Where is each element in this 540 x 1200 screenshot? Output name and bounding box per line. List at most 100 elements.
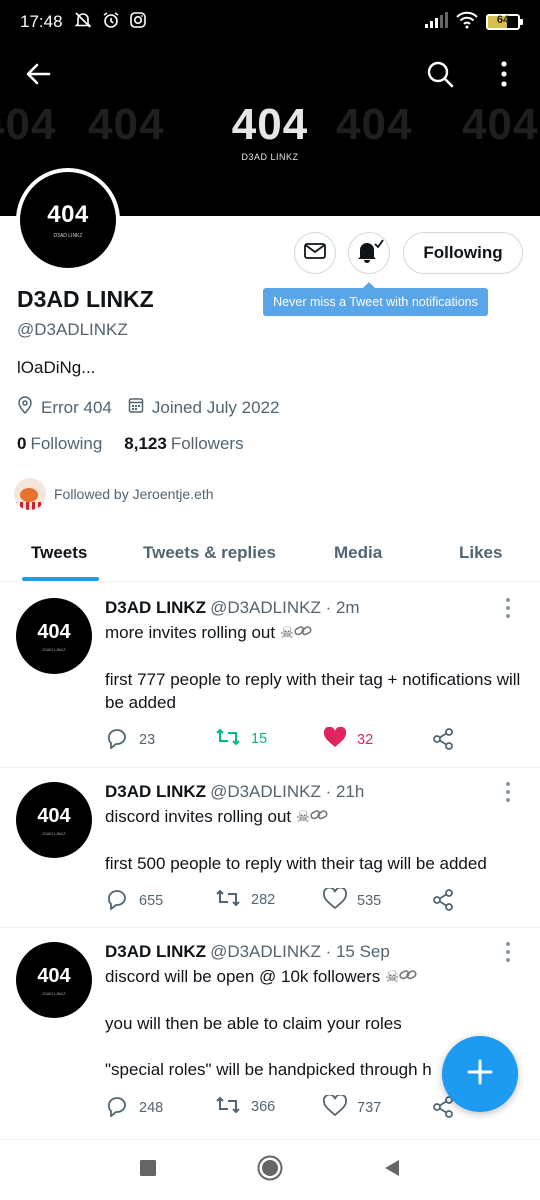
followers-link[interactable]: 8,123 Followers [124, 434, 243, 454]
tab-tweets[interactable]: Tweets [31, 524, 87, 582]
reply-count: 655 [139, 893, 164, 909]
location: Error 404 [17, 396, 112, 419]
like-count: 32 [357, 732, 374, 748]
retweet-button[interactable]: 282 [215, 888, 275, 912]
avatar-title: 404 [47, 201, 89, 228]
notifications-tooltip: Never miss a Tweet with notifications [263, 282, 488, 316]
tweet-more-button[interactable] [498, 598, 518, 618]
battery-icon: 64 [486, 14, 523, 30]
tweet-header: D3AD LINKZ @D3ADLINKZ · 21h [105, 782, 364, 802]
followers-count: 8,123 [124, 434, 167, 453]
reply-icon [105, 1095, 129, 1121]
location-text: Error 404 [41, 397, 112, 417]
recent-apps-button[interactable] [134, 1156, 162, 1184]
tweet-header: D3AD LINKZ @D3ADLINKZ · 15 Sep [105, 942, 390, 962]
alarm-icon [101, 10, 121, 35]
tweet-text: discord will be open @ 10k followers ☠ y… [105, 966, 432, 1080]
more-options-button[interactable] [484, 56, 524, 96]
profile-avatar[interactable]: 404 D3AD LINKZ [16, 168, 120, 272]
home-circle-icon [256, 1154, 284, 1187]
handle: @D3ADLINKZ [17, 320, 128, 339]
status-time: 17:48 [20, 12, 63, 31]
notifications-button[interactable] [348, 232, 390, 274]
tweet-avatar[interactable]: 404 D3AD LINKZ [16, 598, 92, 674]
link-icon [399, 966, 417, 989]
profile-tabs: Tweets Tweets & replies Media Likes [0, 524, 540, 582]
reply-button[interactable]: 248 [105, 1095, 163, 1121]
square-icon [139, 1159, 157, 1182]
heart-filled-icon [323, 726, 347, 753]
join-date-text: Joined July 2022 [151, 397, 280, 417]
tweet-avatar[interactable]: 404 D3AD LINKZ [16, 942, 92, 1018]
tab-likes[interactable]: Likes [459, 524, 502, 582]
calendar-icon [128, 397, 144, 418]
retweet-button[interactable]: 366 [215, 1095, 275, 1119]
following-button[interactable]: Following [403, 232, 523, 274]
tweet-text: discord invites rolling out ☠ first 500 … [105, 806, 487, 874]
tweet[interactable]: 404 D3AD LINKZ D3AD LINKZ @D3ADLINKZ · 15… [0, 928, 540, 1140]
following-count: 0 [17, 434, 27, 453]
follower-avatar [14, 478, 46, 510]
followed-by[interactable]: Followed by Jeroentje.eth [14, 478, 214, 510]
reply-button[interactable]: 23 [105, 727, 155, 753]
banner-subtitle: D3AD LINKZ [241, 152, 299, 162]
retweet-count: 366 [251, 1099, 276, 1115]
more-vertical-icon [500, 60, 508, 92]
bio: lOaDiNg... [17, 358, 96, 377]
reply-count: 23 [139, 732, 156, 748]
heart-icon [323, 886, 347, 914]
display-name: D3AD LINKZ [17, 286, 154, 312]
following-label: Following [30, 434, 103, 453]
tweet-meta: @D3ADLINKZ · 15 Sep [210, 942, 390, 961]
like-button[interactable]: 737 [323, 1093, 381, 1121]
search-button[interactable] [420, 56, 460, 96]
message-button[interactable] [294, 232, 336, 274]
skull-crossbones-icon: ☠ [295, 809, 311, 827]
status-bar: 17:48 64 [0, 0, 540, 44]
back-arrow-icon [25, 63, 51, 90]
tweet-meta: @D3ADLINKZ · 2m [210, 598, 360, 617]
join-date: Joined July 2022 [128, 397, 280, 418]
tweet[interactable]: 404 D3AD LINKZ D3AD LINKZ @D3ADLINKZ · 21… [0, 768, 540, 928]
location-pin-icon [17, 396, 33, 419]
back-nav-button[interactable] [378, 1156, 406, 1184]
system-navigation-bar [0, 1140, 540, 1200]
retweet-button[interactable]: 15 [215, 727, 267, 751]
triangle-back-icon [382, 1158, 402, 1183]
share-button[interactable] [431, 727, 455, 755]
wifi-icon [456, 11, 478, 34]
reply-button[interactable]: 655 [105, 888, 163, 914]
avatar-subtitle: D3AD LINKZ [53, 233, 83, 239]
like-button[interactable]: 32 [323, 726, 374, 753]
reply-count: 248 [139, 1100, 164, 1116]
tab-media[interactable]: Media [334, 524, 382, 582]
instagram-icon [129, 11, 147, 34]
compose-tweet-button[interactable] [442, 1036, 518, 1112]
tweet-header: D3AD LINKZ @D3ADLINKZ · 2m [105, 598, 360, 618]
followed-by-text: Followed by Jeroentje.eth [54, 486, 214, 502]
share-button[interactable] [431, 888, 455, 916]
home-button[interactable] [256, 1154, 284, 1187]
tweet[interactable]: 404 D3AD LINKZ D3AD LINKZ @D3ADLINKZ · 2m… [0, 582, 540, 768]
back-button[interactable] [18, 56, 58, 96]
reply-icon [105, 888, 129, 914]
tweet-more-button[interactable] [498, 782, 518, 802]
tweet-avatar[interactable]: 404 D3AD LINKZ [16, 782, 92, 858]
active-tab-indicator [22, 577, 99, 581]
tab-tweets-replies[interactable]: Tweets & replies [143, 524, 276, 582]
battery-level: 64 [496, 14, 510, 26]
tweet-actions: 655 282 535 [105, 886, 485, 914]
tweet-author-name: D3AD LINKZ [105, 598, 207, 617]
like-button[interactable]: 535 [323, 886, 381, 914]
followers-label: Followers [170, 434, 244, 453]
profile-meta: Error 404 Joined July 2022 [17, 396, 295, 419]
signal-icon [424, 11, 448, 33]
following-link[interactable]: 0 Following [17, 434, 102, 454]
reply-icon [105, 727, 129, 753]
bell-check-icon [354, 238, 384, 269]
skull-crossbones-icon: ☠ [384, 969, 400, 987]
tweet-more-button[interactable] [498, 942, 518, 962]
link-icon [310, 806, 328, 829]
retweet-count: 282 [251, 892, 276, 908]
tweet-author-name: D3AD LINKZ [105, 942, 207, 961]
